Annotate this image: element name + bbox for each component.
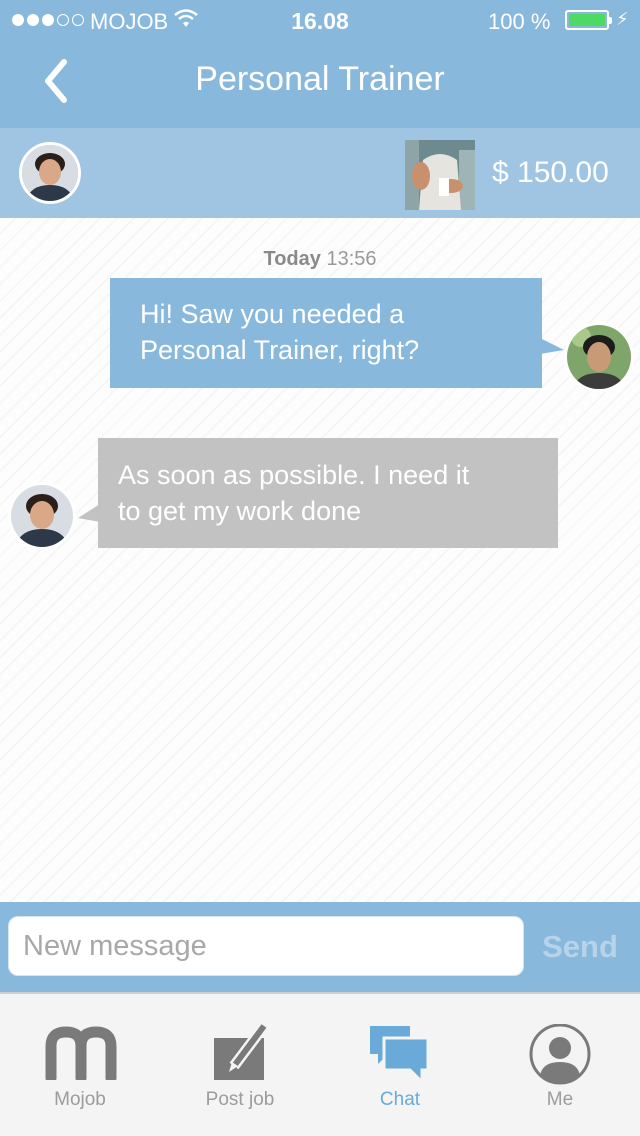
message-composer: Send (0, 902, 640, 992)
message-text: As soon as possible. I need it (118, 460, 470, 490)
battery-icon (565, 10, 612, 30)
tab-me[interactable]: Me (480, 994, 640, 1136)
edit-icon (214, 1024, 269, 1080)
tab-mojob[interactable]: Mojob (0, 994, 160, 1136)
client-avatar[interactable] (8, 482, 76, 550)
charging-icon: ⚡ (616, 9, 629, 29)
page-title: Personal Trainer (195, 60, 445, 98)
battery-percent: 100 % (488, 9, 551, 34)
message-text: Hi! Saw you needed a (140, 299, 405, 329)
message-timestamp: Today 13:56 (0, 248, 640, 271)
timestamp-time: 13:56 (326, 248, 377, 270)
incoming-message-bubble[interactable]: As soon as possible. I need it to get my… (78, 438, 558, 548)
message-text: to get my work done (118, 496, 362, 526)
outgoing-message-bubble[interactable]: Hi! Saw you needed a Personal Trainer, r… (110, 278, 564, 388)
message-input[interactable] (8, 916, 524, 976)
mojob-logo-icon (45, 1026, 117, 1080)
header: MOJOB 16.08 100 % ⚡ Personal Trainer (0, 0, 640, 128)
job-thumbnail-image[interactable] (405, 140, 475, 210)
message-text: Personal Trainer, right? (140, 335, 420, 365)
my-avatar[interactable] (564, 322, 634, 392)
job-summary-bar: $ 150.00 (0, 128, 640, 218)
tab-label: Post job (205, 1089, 275, 1110)
tab-label: Chat (379, 1089, 421, 1110)
tab-label: Me (546, 1089, 574, 1110)
tab-label: Mojob (54, 1089, 106, 1110)
timestamp-day: Today (263, 248, 321, 270)
send-button[interactable]: Send (530, 922, 630, 972)
tab-chat[interactable]: Chat (320, 994, 480, 1136)
tab-bar: Mojob Post job Chat Me (0, 992, 640, 1136)
status-bar: MOJOB 16.08 100 % ⚡ (0, 0, 640, 40)
tab-post-job[interactable]: Post job (160, 994, 320, 1136)
chat-icon (370, 1026, 430, 1080)
client-avatar[interactable] (19, 142, 81, 204)
profile-icon (529, 1024, 591, 1085)
job-price: $ 150.00 (492, 156, 609, 189)
chat-thread[interactable]: Today 13:56 Hi! Saw you needed a Persona… (0, 218, 640, 902)
